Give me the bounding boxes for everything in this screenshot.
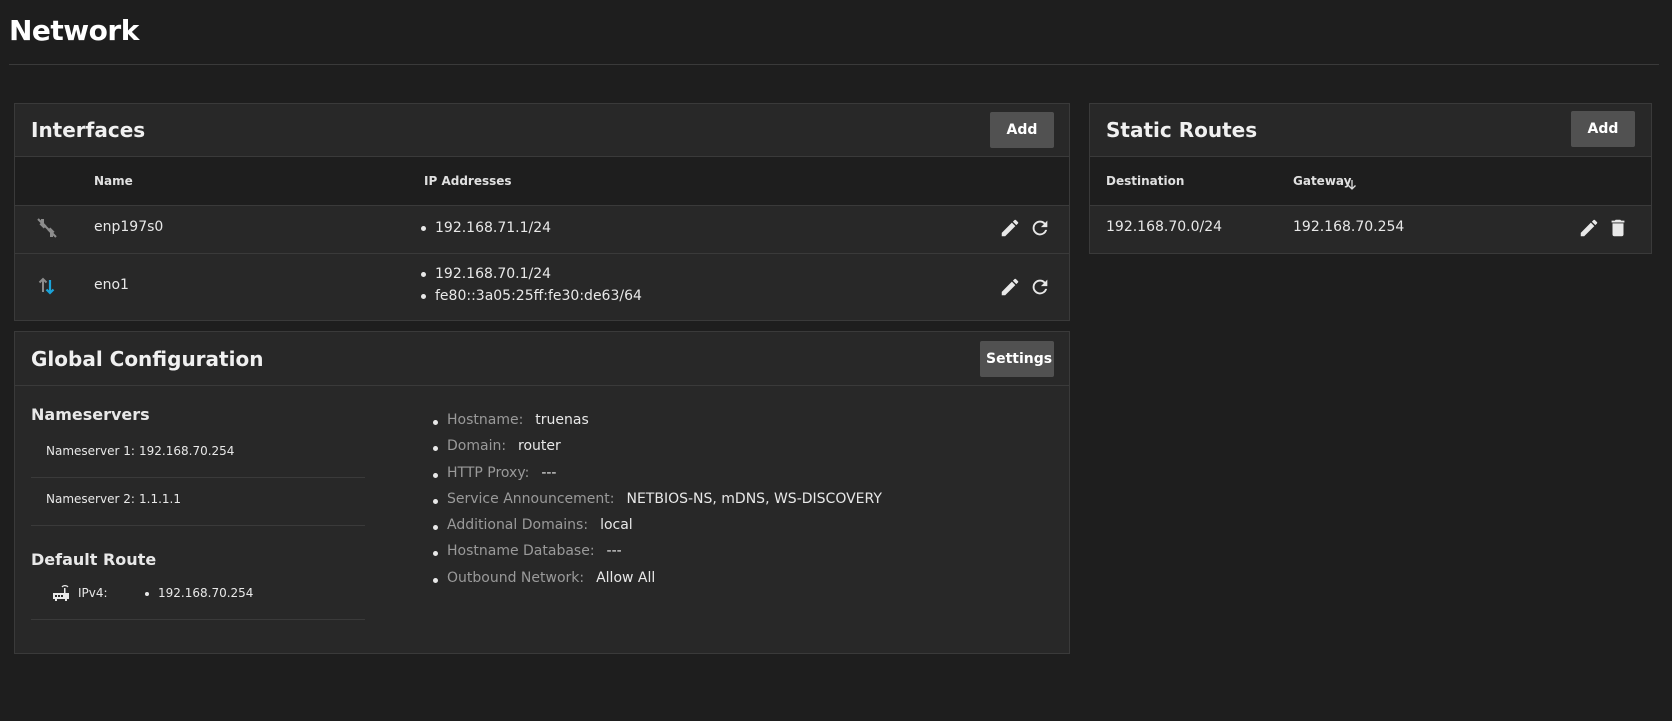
default-route-row: IPv4: 192.168.70.254 <box>31 574 365 620</box>
detail-key: Service Announcement: <box>447 490 615 507</box>
edit-icon[interactable] <box>999 217 1021 239</box>
detail-hostname-database: Hostname Database: --- <box>431 543 882 569</box>
global-configuration-title: Global Configuration <box>31 347 264 371</box>
table-row: 192.168.70.0/24 192.168.70.254 <box>1090 205 1651 253</box>
detail-outbound-network: Outbound Network: Allow All <box>431 570 882 596</box>
global-config-details: Hostname: truenas Domain: router HTTP Prox… <box>431 412 882 596</box>
settings-button[interactable]: Settings <box>980 341 1054 377</box>
nameserver-row: Nameserver 2: 1.1.1.1 <box>31 480 365 526</box>
interface-name: eno1 <box>94 277 129 293</box>
ip-address-list: 192.168.71.1/24 <box>419 217 551 239</box>
default-route-bullet <box>145 592 149 596</box>
route-gateway: 192.168.70.254 <box>1293 219 1405 235</box>
arrow-down-icon <box>1346 176 1358 190</box>
nameserver-label: Nameserver 2: <box>46 492 135 506</box>
default-route-label: IPv4: <box>78 586 108 600</box>
detail-key: Additional Domains: <box>447 517 589 534</box>
edit-icon[interactable] <box>1578 217 1600 239</box>
nameserver-row: Nameserver 1: 192.168.70.254 <box>31 432 365 478</box>
add-static-route-button[interactable]: Add <box>1571 111 1635 147</box>
detail-additional-domains: Additional Domains: local <box>431 517 882 543</box>
interfaces-table-header: Name IP Addresses <box>15 156 1069 206</box>
ip-address: 192.168.71.1/24 <box>419 217 551 239</box>
detail-key: Outbound Network: <box>447 569 585 586</box>
table-row: enp197s0 192.168.71.1/24 <box>15 205 1069 254</box>
ip-address-list: 192.168.70.1/24 fe80::3a05:25ff:fe30:de6… <box>419 263 642 307</box>
detail-key: HTTP Proxy: <box>447 464 530 481</box>
nameserver-value: 192.168.70.254 <box>139 444 235 458</box>
ip-address: 192.168.70.1/24 <box>419 263 642 285</box>
default-route-value: 192.168.70.254 <box>158 586 254 600</box>
detail-hostname: Hostname: truenas <box>431 412 882 438</box>
ip-address: fe80::3a05:25ff:fe30:de63/64 <box>419 285 642 307</box>
traffic-arrows-icon <box>35 274 59 298</box>
default-route-title: Default Route <box>31 550 157 569</box>
detail-value: truenas <box>535 412 589 428</box>
column-header-name[interactable]: Name <box>94 174 133 188</box>
link-down-icon <box>35 216 59 240</box>
refresh-icon[interactable] <box>1029 276 1051 298</box>
add-interface-button[interactable]: Add <box>990 112 1054 148</box>
detail-value: Allow All <box>596 569 656 586</box>
interfaces-card: Interfaces Add Name IP Addresses enp197s… <box>14 103 1070 321</box>
router-icon <box>52 584 70 602</box>
title-divider <box>9 64 1659 65</box>
page-title: Network <box>9 14 139 47</box>
nameservers-title: Nameservers <box>31 405 150 424</box>
interface-name: enp197s0 <box>94 219 164 235</box>
global-configuration-card: Global Configuration Settings Nameserver… <box>14 331 1070 654</box>
interfaces-title: Interfaces <box>31 118 146 142</box>
detail-value: local <box>600 517 633 534</box>
static-routes-title: Static Routes <box>1106 118 1258 142</box>
nameserver-label: Nameserver 1: <box>46 444 135 458</box>
table-row: eno1 192.168.70.1/24 fe80::3a05:25ff:fe3… <box>15 254 1069 320</box>
detail-domain: Domain: router <box>431 438 882 464</box>
nameserver-value: 1.1.1.1 <box>139 492 181 506</box>
detail-key: Domain: <box>447 438 507 455</box>
column-header-destination[interactable]: Destination <box>1106 174 1184 188</box>
detail-service-announcement: Service Announcement: NETBIOS-NS, mDNS, W… <box>431 491 882 517</box>
static-routes-card: Static Routes Add Destination Gateway 19… <box>1089 103 1652 254</box>
detail-value: NETBIOS-NS, mDNS, WS-DISCOVERY <box>626 490 882 507</box>
detail-key: Hostname: <box>447 412 524 428</box>
detail-http-proxy: HTTP Proxy: --- <box>431 465 882 491</box>
static-routes-table-header: Destination Gateway <box>1090 156 1651 206</box>
column-header-ip-addresses[interactable]: IP Addresses <box>424 174 512 188</box>
column-header-gateway[interactable]: Gateway <box>1293 174 1351 188</box>
route-destination: 192.168.70.0/24 <box>1106 219 1223 235</box>
detail-value: --- <box>606 543 622 560</box>
edit-icon[interactable] <box>999 276 1021 298</box>
detail-value: router <box>518 438 561 455</box>
refresh-icon[interactable] <box>1029 217 1051 239</box>
card-divider <box>15 385 1069 386</box>
detail-key: Hostname Database: <box>447 543 595 560</box>
delete-icon[interactable] <box>1607 217 1629 239</box>
detail-value: --- <box>541 464 557 481</box>
